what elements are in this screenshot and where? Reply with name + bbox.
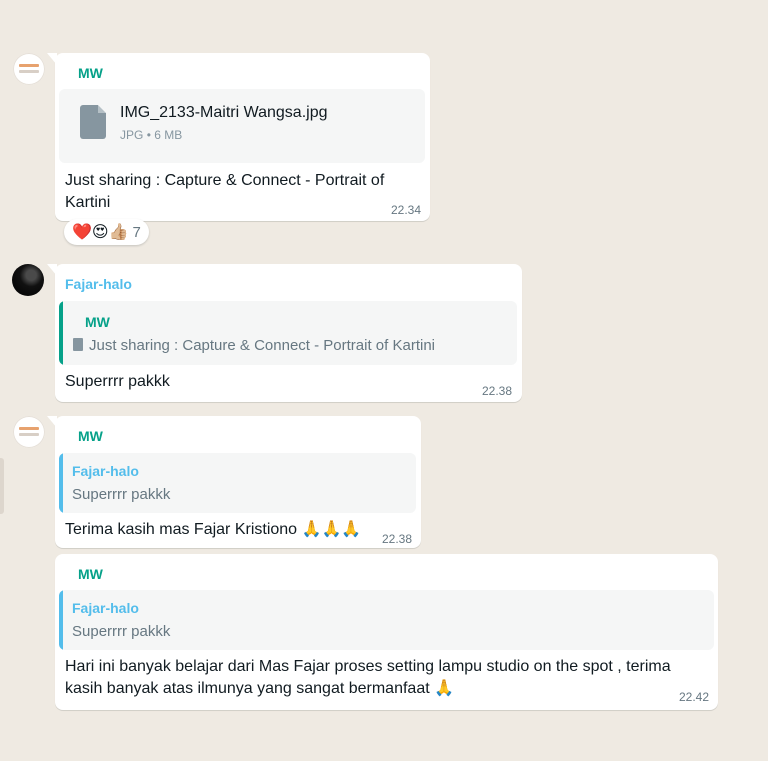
sender-name[interactable]: MW	[78, 428, 103, 444]
quote-text: Just sharing : Capture & Connect - Portr…	[73, 337, 435, 354]
message-bubble-3[interactable]: MW Fajar-halo Superrrr pakkk Terima kasi…	[47, 416, 421, 548]
message-bubble-2[interactable]: Fajar-halo MW Just sharing : Capture & C…	[47, 264, 522, 402]
scroll-edge	[0, 458, 4, 514]
file-meta: JPG • 6 MB	[120, 128, 182, 142]
quoted-message[interactable]: MW Just sharing : Capture & Connect - Po…	[59, 301, 517, 365]
quoted-message[interactable]: Fajar-halo Superrrr pakkk	[59, 590, 714, 650]
chat-area: MW IMG_2133-Maitri Wangsa.jpg JPG • 6 MB…	[0, 0, 768, 761]
message-time: 22.34	[390, 203, 421, 217]
reaction-emojis: ❤️😍👍🏼	[72, 222, 129, 241]
avatar-mw[interactable]	[13, 53, 45, 85]
quoted-message[interactable]: Fajar-halo Superrrr pakkk	[59, 453, 416, 513]
file-attachment[interactable]: IMG_2133-Maitri Wangsa.jpg JPG • 6 MB	[59, 89, 425, 163]
message-text: Terima kasih mas Fajar Kristiono 🙏🙏🙏	[65, 521, 362, 538]
reaction-count: 7	[132, 224, 141, 241]
avatar-mw[interactable]	[13, 416, 45, 448]
message-bubble-1[interactable]: MW IMG_2133-Maitri Wangsa.jpg JPG • 6 MB…	[47, 53, 430, 221]
message-text-line-1: Just sharing : Capture & Connect - Portr…	[65, 172, 385, 189]
quote-text-content: Just sharing : Capture & Connect - Portr…	[89, 337, 435, 354]
sender-name[interactable]: MW	[78, 65, 103, 81]
message-time: 22.42	[678, 690, 709, 704]
message-text: Hari ini banyak belajar dari Mas Fajar p…	[65, 656, 710, 700]
quote-author: MW	[85, 314, 110, 330]
message-text: Just sharing : Capture & Connect - Portr…	[65, 170, 415, 214]
quote-text: Superrrr pakkk	[72, 486, 171, 503]
file-type: JPG	[120, 128, 144, 142]
document-icon	[73, 338, 83, 351]
quote-bar	[59, 301, 63, 365]
message-text-line-1: Hari ini banyak belajar dari Mas Fajar p…	[65, 658, 671, 675]
file-name: IMG_2133-Maitri Wangsa.jpg	[120, 104, 328, 121]
quote-author: Fajar-halo	[72, 463, 139, 479]
message-time: 22.38	[481, 384, 512, 398]
quote-bar	[59, 453, 63, 513]
avatar-fajar[interactable]	[12, 264, 44, 296]
quote-author: Fajar-halo	[72, 600, 139, 616]
message-text: Superrrr pakkk	[65, 373, 170, 390]
message-time: 22.38	[381, 532, 412, 546]
sender-name[interactable]: MW	[78, 566, 103, 582]
message-text-line-2: Kartini	[65, 194, 111, 211]
document-icon	[80, 105, 106, 139]
file-size: 6 MB	[154, 128, 183, 142]
quote-text: Superrrr pakkk	[72, 623, 171, 640]
message-bubble-4[interactable]: MW Fajar-halo Superrrr pakkk Hari ini ba…	[55, 554, 718, 710]
message-text-line-2: kasih banyak atas ilmunya yang sangat be…	[65, 680, 455, 697]
quote-bar	[59, 590, 63, 650]
sender-name[interactable]: Fajar-halo	[65, 276, 132, 292]
reactions-bar[interactable]: ❤️😍👍🏼 7	[64, 219, 149, 245]
